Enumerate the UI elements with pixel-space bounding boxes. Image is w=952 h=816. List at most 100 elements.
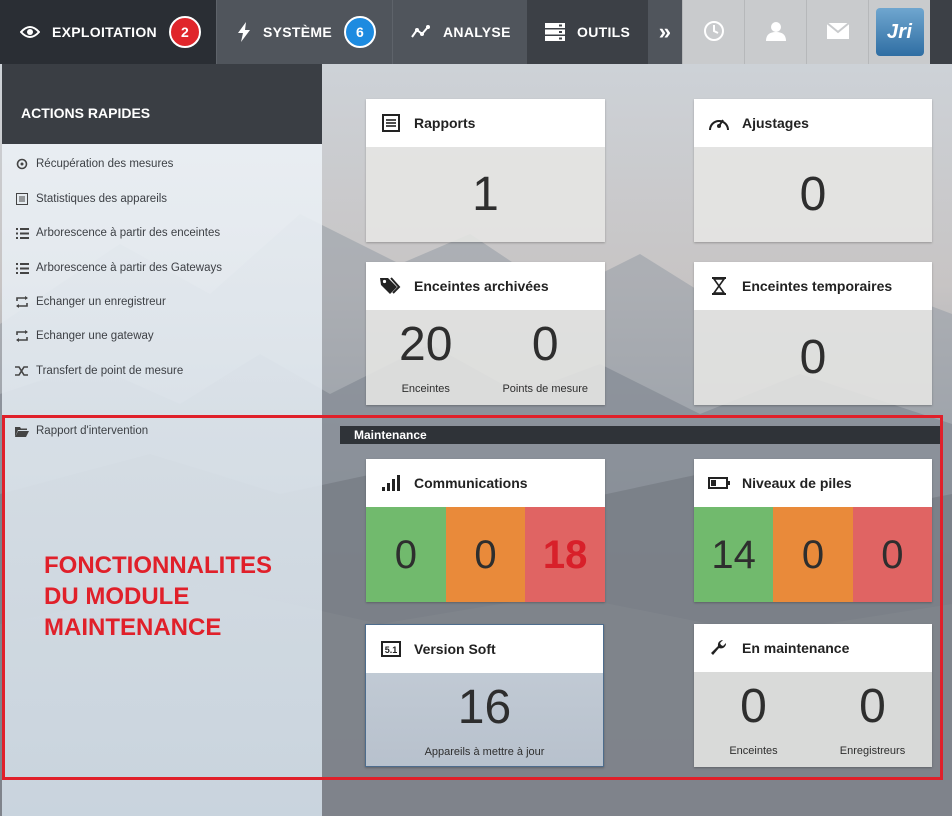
panel-value-points: 0 [531, 317, 559, 371]
nav-tab-label: ANALYSE [443, 24, 511, 40]
nav-more-button[interactable]: » [648, 0, 682, 64]
status-alarm-value: 0 [881, 532, 904, 577]
status-warning-value: 0 [801, 532, 825, 577]
sidebar-item-label: Récupération des mesures [36, 158, 174, 170]
status-alarm-cell[interactable]: 18 [525, 507, 606, 602]
svg-text:5.1: 5.1 [385, 645, 398, 655]
panel-en-maintenance[interactable]: En maintenance 0 Enceintes 0 Enregistreu… [694, 624, 932, 767]
status-warning-value: 0 [474, 532, 497, 577]
panel-enceintes-temporaires[interactable]: Enceintes temporaires 0 [694, 262, 932, 405]
list-icon [380, 113, 402, 133]
panel-title: En maintenance [742, 640, 850, 656]
panel-header: En maintenance [694, 624, 932, 672]
messages-button[interactable] [806, 0, 868, 64]
nav-tab-outils[interactable]: OUTILS [527, 0, 648, 64]
panel-rapports[interactable]: Rapports 1 [366, 99, 605, 242]
shuffle-icon [14, 364, 30, 378]
status-ok-value: 14 [711, 532, 756, 577]
panel-value: 1 [472, 167, 499, 221]
server-icon [545, 23, 565, 41]
user-button[interactable] [744, 0, 806, 64]
sidebar-title: ACTIONS RAPIDES [2, 64, 322, 144]
status-warning-cell[interactable]: 0 [445, 507, 526, 602]
annotation-line-3: MAINTENANCE [44, 614, 222, 641]
panel-label-enceintes: Enceintes [729, 744, 778, 757]
sidebar-item-arbo-gateways[interactable]: Arborescence à partir des Gateways [14, 261, 222, 275]
wrench-icon [708, 638, 730, 658]
status-alarm-cell[interactable]: 0 [852, 507, 932, 602]
annotation-line-1: FONCTIONNALITES [44, 552, 272, 579]
folder-open-icon [14, 424, 30, 438]
user-icon [765, 21, 786, 44]
panel-header: Enceintes temporaires [694, 262, 932, 310]
panel-niveaux-piles[interactable]: Niveaux de piles 14 0 0 [694, 459, 932, 602]
gauge-icon [708, 113, 730, 133]
sidebar: ACTIONS RAPIDES Récupération des mesures… [2, 64, 322, 816]
panel-value: 0 [799, 330, 827, 384]
panel-label-enregistreurs: Enregistreurs [839, 744, 906, 757]
sidebar-item-label: Arborescence à partir des enceintes [36, 227, 221, 239]
list-icon [14, 192, 30, 206]
panel-label-points: Points de mesure [502, 382, 589, 395]
jri-logo[interactable]: Jri [868, 0, 930, 64]
nav-tab-exploitation[interactable]: EXPLOITATION 2 [0, 0, 216, 64]
panel-value: 16 [457, 680, 512, 734]
sidebar-item-echanger-gateway[interactable]: Echanger une gateway [14, 329, 154, 343]
panel-enceintes-archivees[interactable]: Enceintes archivées 20 Enceintes 0 Point… [366, 262, 605, 405]
panel-header: 5.1 Version Soft [366, 625, 603, 673]
notification-badge: 2 [168, 16, 201, 48]
panel-title: Niveaux de piles [742, 475, 852, 491]
tree-list-icon [14, 261, 30, 275]
panel-title: Rapports [414, 115, 476, 131]
sidebar-item-echanger-enregistreur[interactable]: Echanger un enregistreur [14, 295, 166, 309]
panel-label-enceintes: Enceintes [401, 382, 450, 395]
notification-badge: 6 [344, 16, 377, 48]
status-ok-cell[interactable]: 0 [366, 507, 446, 602]
panel-value-enceintes: 0 [740, 679, 767, 733]
sidebar-item-label: Rapport d'intervention [36, 425, 149, 437]
maintenance-annotation: FONCTIONNALITES DU MODULE MAINTENANCE [44, 550, 272, 643]
status-ok-cell[interactable]: 14 [694, 507, 774, 602]
swap-icon [14, 329, 30, 343]
clock-icon [703, 20, 725, 45]
battery-icon [708, 473, 730, 493]
sidebar-item-label: Echanger une gateway [36, 330, 154, 342]
nav-tab-label: OUTILS [577, 24, 631, 40]
annotation-line-2: DU MODULE [44, 583, 190, 610]
panel-value: 0 [799, 167, 827, 221]
envelope-icon [825, 21, 850, 42]
panel-ajustages[interactable]: Ajustages 0 [694, 99, 932, 242]
nav-tab-label: SYSTÈME [263, 24, 333, 40]
panel-title: Enceintes archivées [414, 278, 549, 294]
lightning-icon [237, 22, 251, 42]
status-warning-cell[interactable]: 0 [773, 507, 853, 602]
panel-header: Enceintes archivées [366, 262, 605, 310]
sidebar-item-rapport-intervention[interactable]: Rapport d'intervention [14, 424, 148, 438]
nav-tab-analyse[interactable]: ANALYSE [392, 0, 527, 64]
tree-list-icon [14, 226, 30, 240]
panel-header: Communications [366, 459, 605, 507]
tags-icon [380, 276, 402, 296]
version-icon: 5.1 [380, 639, 402, 659]
panel-communications[interactable]: Communications 0 0 18 [366, 459, 606, 602]
swap-icon [14, 295, 30, 309]
sidebar-item-recuperation[interactable]: Récupération des mesures [14, 157, 173, 171]
sidebar-item-arbo-enceintes[interactable]: Arborescence à partir des enceintes [14, 226, 220, 240]
top-navigation: EXPLOITATION 2 SYSTÈME 6 ANALYSE OUTILS … [0, 0, 952, 64]
history-button[interactable] [682, 0, 744, 64]
sidebar-item-label: Statistiques des appareils [36, 193, 168, 205]
double-chevron-right-icon: » [658, 19, 672, 44]
panel-header: Rapports [366, 99, 605, 147]
status-alarm-value: 18 [542, 532, 588, 577]
logo-text: Jri [886, 20, 913, 43]
panel-title: Ajustages [742, 115, 809, 131]
nav-tab-systeme[interactable]: SYSTÈME 6 [216, 0, 392, 64]
sidebar-item-statistiques[interactable]: Statistiques des appareils [14, 192, 167, 206]
eye-icon [20, 25, 40, 39]
panel-title: Enceintes temporaires [742, 278, 893, 294]
maintenance-section-header: Maintenance [340, 426, 942, 444]
panel-header: Niveaux de piles [694, 459, 932, 507]
refresh-icon [14, 157, 30, 171]
panel-version-soft[interactable]: 5.1 Version Soft 16 Appareils à mettre à… [365, 624, 604, 767]
sidebar-item-transfert[interactable]: Transfert de point de mesure [14, 364, 183, 378]
